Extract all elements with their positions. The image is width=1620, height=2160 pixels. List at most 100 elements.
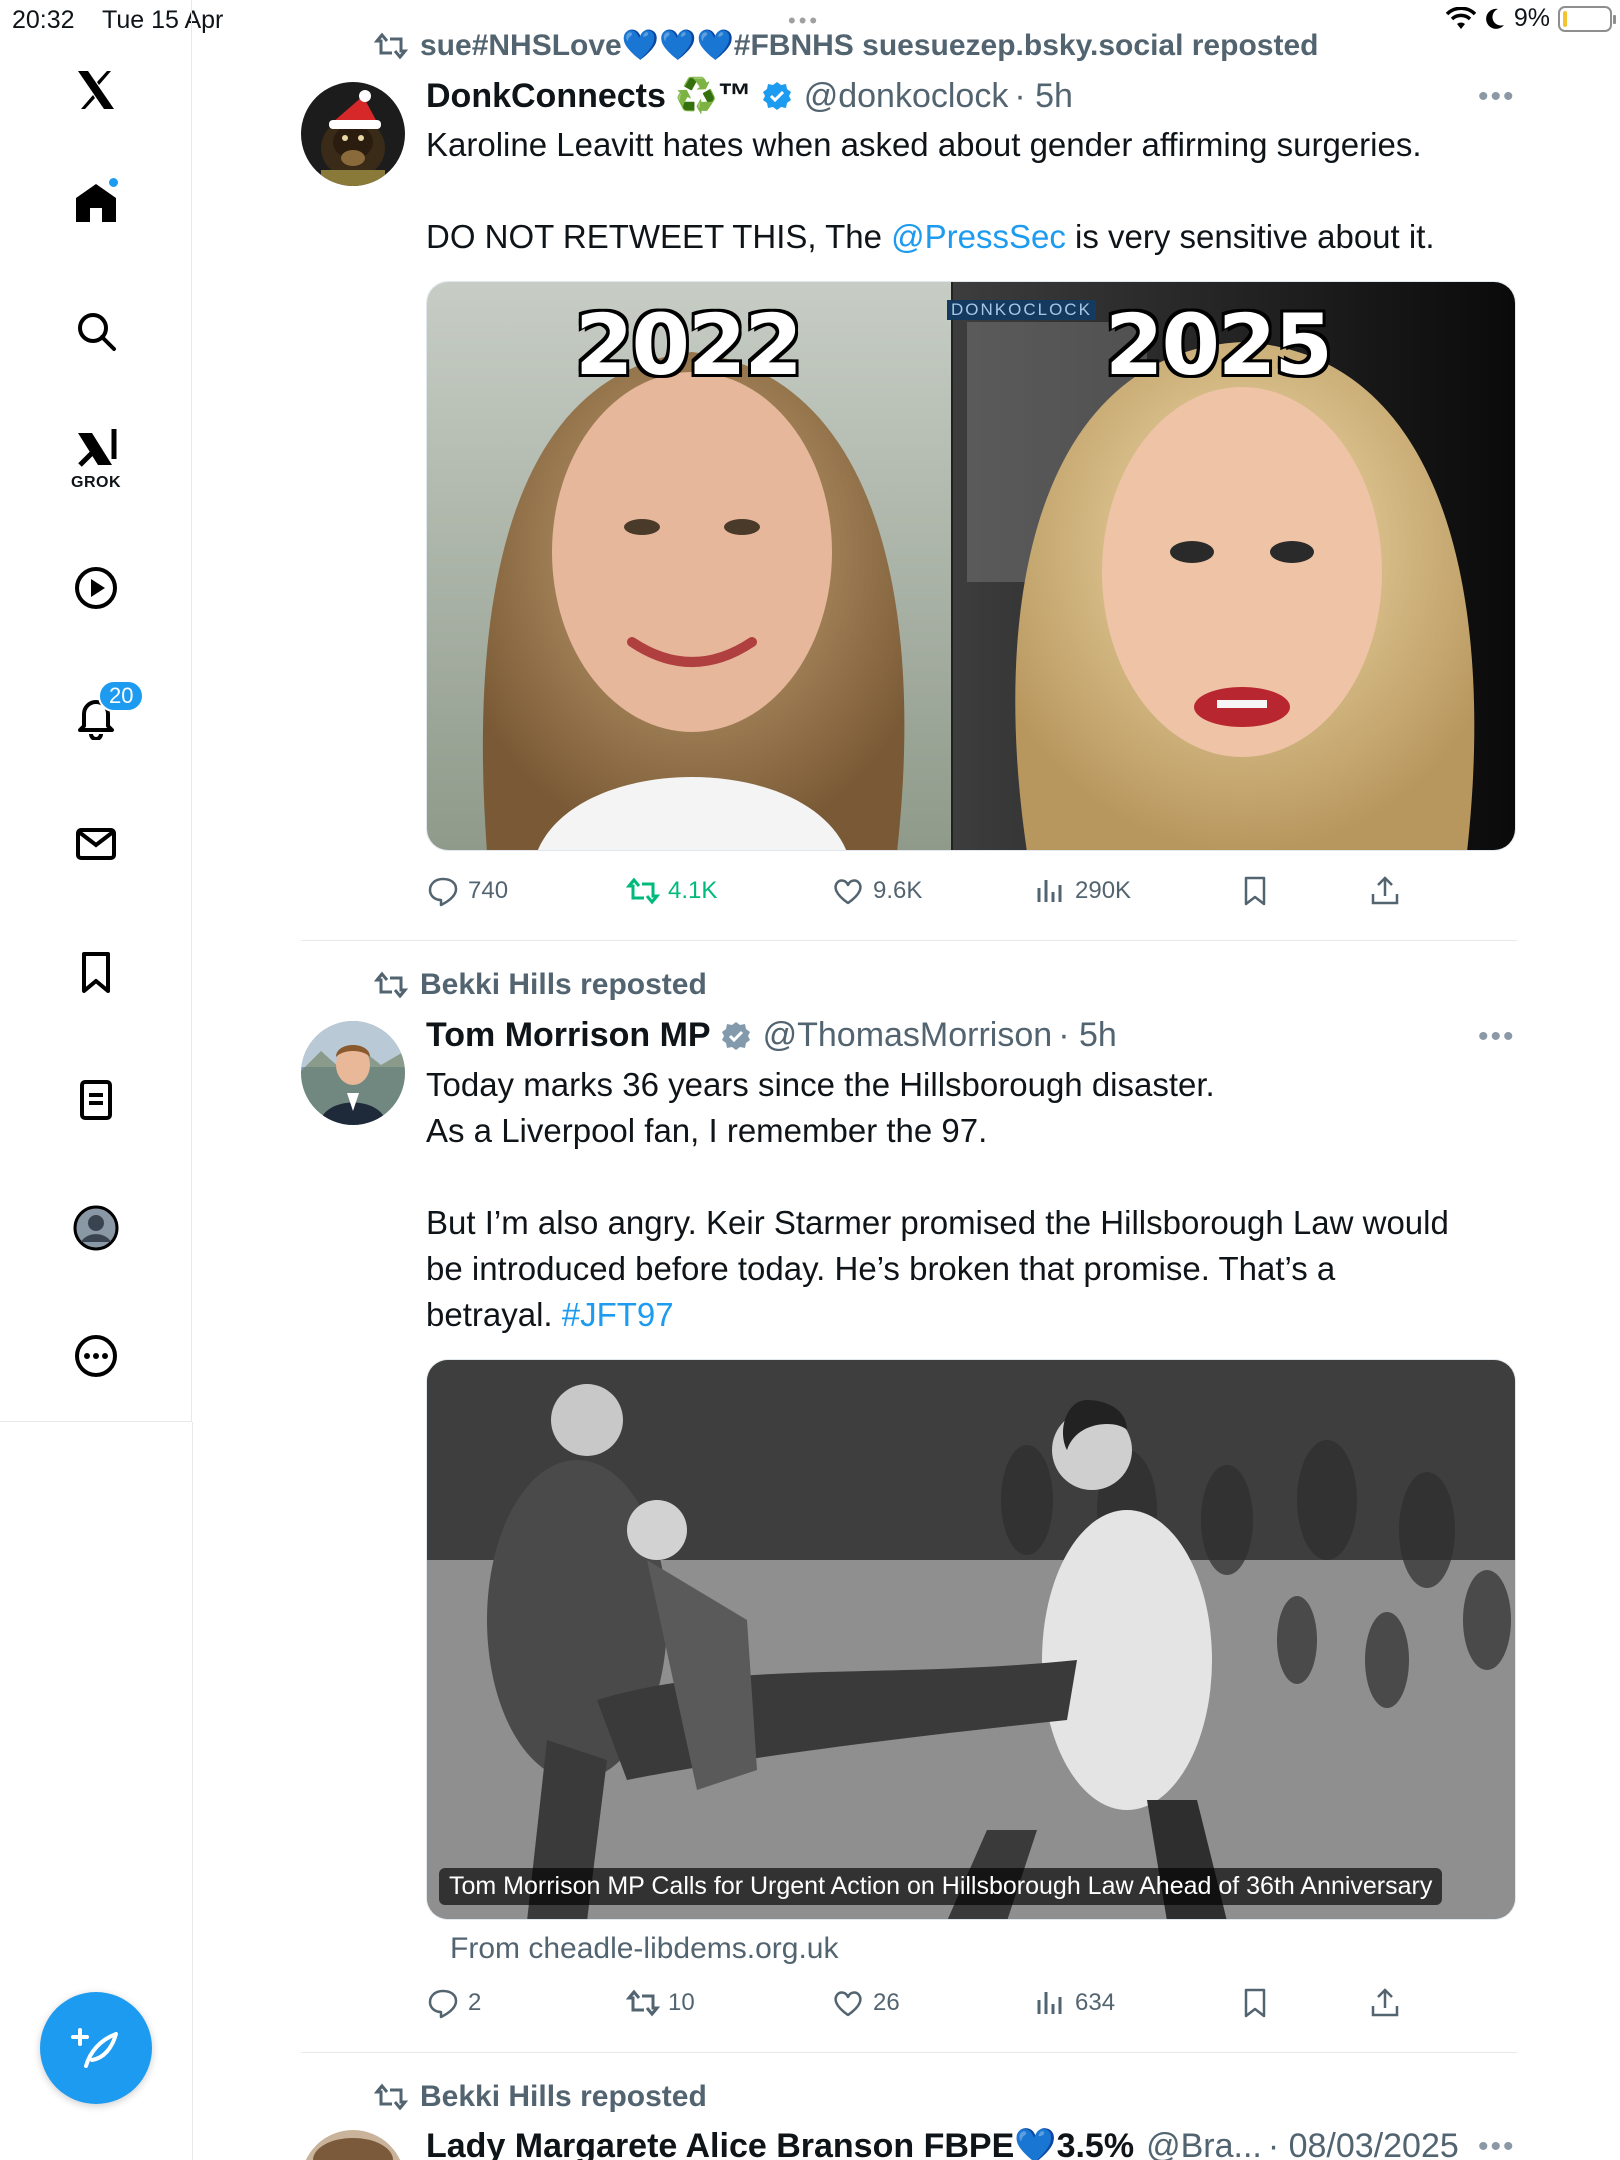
repost-icon xyxy=(626,877,660,905)
hashtag-link[interactable]: #JFT97 xyxy=(562,1296,674,1333)
sidebar-item-home[interactable] xyxy=(56,162,136,242)
bookmark-button[interactable] xyxy=(1238,874,1272,908)
tweet-divider xyxy=(301,2052,1517,2053)
tweet-body: Karoline Leavitt hates when asked about … xyxy=(426,122,1516,260)
repost-context[interactable]: Bekki Hills reposted xyxy=(374,968,707,1002)
sidebar-item-profile[interactable] xyxy=(56,1188,136,1268)
media-label-2025: 2025 xyxy=(1105,296,1333,394)
tweet-text-line: betrayal. #JFT97 xyxy=(426,1296,674,1333)
moon-icon xyxy=(1485,8,1504,29)
link-card-image[interactable]: Tom Morrison MP Calls for Urgent Action … xyxy=(426,1359,1516,1920)
like-count: 9.6K xyxy=(873,877,923,904)
post-time[interactable]: · 5h xyxy=(1058,1016,1117,1055)
tweet-header: Tom Morrison MP @ThomasMorrison · 5h xyxy=(426,1016,1117,1055)
link-card-title[interactable]: Tom Morrison MP Calls for Urgent Action … xyxy=(439,1868,1443,1905)
sidebar-item-messages[interactable] xyxy=(56,804,136,884)
repost-button[interactable]: 4.1K xyxy=(626,874,717,908)
author-handle[interactable]: @donkoclock xyxy=(804,77,1009,116)
repost-icon xyxy=(374,2083,408,2111)
avatar[interactable] xyxy=(301,1021,405,1125)
reply-count: 740 xyxy=(468,877,509,904)
share-button[interactable] xyxy=(1368,1986,1402,2020)
home-unread-dot xyxy=(107,176,120,189)
author-handle[interactable]: @Bra... xyxy=(1146,2127,1262,2160)
bookmark-icon xyxy=(1244,1988,1266,2018)
repost-context[interactable]: Bekki Hills reposted xyxy=(374,2080,707,2114)
more-options-icon[interactable]: ••• xyxy=(1478,1020,1516,1054)
reposted-by-text: sue#NHSLove💙💙💙#FBNHS suesuezep.bsky.soci… xyxy=(420,29,1319,62)
post-time[interactable]: · 5h xyxy=(1014,77,1073,116)
repost-button[interactable]: 10 xyxy=(626,1986,695,2020)
bookmark-button[interactable] xyxy=(1238,1986,1272,2020)
heart-icon xyxy=(834,879,862,905)
sidebar-item-search[interactable] xyxy=(56,291,136,371)
grok-icon xyxy=(78,429,117,467)
repost-context[interactable]: sue#NHSLove💙💙💙#FBNHS suesuezep.bsky.soci… xyxy=(374,28,1318,63)
like-button[interactable]: 9.6K xyxy=(831,874,922,908)
mention-link[interactable]: @PressSec xyxy=(891,218,1066,255)
reply-button[interactable]: 740 xyxy=(426,874,508,908)
reposted-by-text: Bekki Hills reposted xyxy=(420,2080,707,2113)
views-button[interactable]: 290K xyxy=(1033,874,1131,908)
like-count: 26 xyxy=(873,1989,900,2016)
author-name[interactable]: DonkConnects ♻️™ xyxy=(426,76,752,116)
like-button[interactable]: 26 xyxy=(831,1986,900,2020)
tweet-text-line: Karoline Leavitt hates when asked about … xyxy=(426,126,1422,163)
tweet-actions: 740 4.1K 9.6K 290K xyxy=(426,874,1426,914)
tweet-text-line: But I’m also angry. Keir Starmer promise… xyxy=(426,1204,1449,1241)
compose-post-button[interactable] xyxy=(40,1992,152,2104)
sidebar-item-notifications[interactable]: 20 xyxy=(56,676,145,756)
tweet-body: Today marks 36 years since the Hillsboro… xyxy=(426,1062,1516,1338)
avatar[interactable] xyxy=(301,2130,405,2160)
notifications-badge: 20 xyxy=(98,680,145,712)
more-options-icon[interactable]: ••• xyxy=(1478,2130,1516,2160)
tweet-text-line: DO NOT RETWEET THIS, The @PressSec is ve… xyxy=(426,218,1435,255)
x-logo-icon[interactable] xyxy=(56,50,136,130)
repost-count: 10 xyxy=(668,1989,695,2016)
reply-button[interactable]: 2 xyxy=(426,1986,481,2020)
share-icon xyxy=(1371,876,1399,905)
avatar[interactable] xyxy=(301,82,405,186)
tweet-text-line: be introduced before today. He’s broken … xyxy=(426,1250,1336,1287)
view-count: 634 xyxy=(1075,1989,1116,2016)
verified-badge-icon xyxy=(762,82,791,110)
sidebar-item-video[interactable] xyxy=(56,548,136,628)
repost-icon xyxy=(374,32,408,59)
sidebar-item-grok[interactable]: GROK xyxy=(56,418,136,498)
tweet-header: DonkConnects ♻️™ @donkoclock · 5h xyxy=(426,76,1073,116)
reply-count: 2 xyxy=(468,1989,482,2016)
tweet-actions: 2 10 26 634 xyxy=(426,1986,1426,2026)
link-card-source[interactable]: From cheadle-libdems.org.uk xyxy=(450,1932,839,1966)
author-name[interactable]: Lady Margarete Alice Branson FBPE💙3.5% xyxy=(426,2126,1134,2160)
reply-icon xyxy=(428,877,458,907)
media-watermark: DONKOCLOCK xyxy=(947,300,1096,320)
tweet-text-line: As a Liverpool fan, I remember the 97. xyxy=(426,1112,988,1149)
repost-icon xyxy=(374,971,408,999)
sidebar-item-more[interactable] xyxy=(56,1316,136,1396)
sidebar-item-bookmarks[interactable] xyxy=(56,932,136,1012)
author-handle[interactable]: @ThomasMorrison xyxy=(763,1016,1053,1055)
wifi-icon xyxy=(1445,6,1476,29)
tweet-divider xyxy=(301,940,1517,941)
more-circle-icon xyxy=(75,1335,117,1377)
reposted-by-text: Bekki Hills reposted xyxy=(420,968,707,1001)
bookmark-icon xyxy=(1244,876,1266,906)
status-right: 9% xyxy=(1445,4,1616,33)
heart-icon xyxy=(834,1991,862,2017)
share-button[interactable] xyxy=(1368,874,1402,908)
more-options-icon[interactable]: ••• xyxy=(1478,80,1516,114)
battery-fill xyxy=(1563,10,1567,27)
views-bar-chart-icon xyxy=(1037,1992,1062,2014)
repost-icon xyxy=(626,1989,660,2017)
sidebar-item-lists[interactable] xyxy=(56,1060,136,1140)
sidebar: GROK 20 xyxy=(0,0,192,1422)
view-count: 290K xyxy=(1075,877,1132,904)
post-time[interactable]: · 08/03/2025 xyxy=(1268,2127,1459,2160)
reply-icon xyxy=(428,1989,458,2019)
views-button[interactable]: 634 xyxy=(1033,1986,1115,2020)
share-icon xyxy=(1371,1988,1399,2017)
author-name[interactable]: Tom Morrison MP xyxy=(426,1016,711,1055)
tweet-media-image[interactable]: 2022 2025 DONKOCLOCK xyxy=(426,281,1516,851)
mail-icon xyxy=(76,828,116,860)
bookmark-icon xyxy=(82,952,110,993)
